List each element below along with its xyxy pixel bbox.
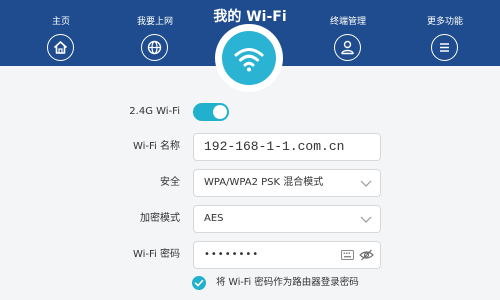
row-security: 安全 WPA/WPA2 PSK 混合模式: [0, 169, 500, 197]
nav-devices[interactable]: 终端管理: [308, 0, 388, 66]
nav-home-label: 主页: [51, 17, 70, 27]
nav-more[interactable]: 更多功能: [405, 0, 485, 66]
router-password-option-label: 将 Wi-Fi 密码作为路由器登录密码: [216, 277, 359, 288]
wifi-password-value: ••••••••: [204, 249, 260, 260]
globe-icon[interactable]: [141, 34, 168, 61]
wifi-password-input[interactable]: ••••••••: [193, 241, 381, 269]
chevron-down-icon: [360, 216, 372, 223]
nav-devices-label: 终端管理: [329, 17, 366, 27]
chevron-down-icon: [360, 180, 372, 187]
encryption-select[interactable]: AES: [193, 205, 381, 233]
row-wifi24: 2.4G Wi-Fi: [0, 98, 500, 126]
wifi-icon[interactable]: [222, 31, 276, 85]
row-encryption: 加密模式 AES: [0, 205, 500, 233]
wifi24-label: 2.4G Wi-Fi: [129, 106, 180, 117]
wifi-password-label: Wi-Fi 密码: [132, 249, 180, 260]
menu-icon[interactable]: [431, 34, 458, 61]
toggle-knob: [213, 105, 227, 119]
row-wifi-password: Wi-Fi 密码 ••••••••: [0, 241, 500, 269]
nav-home[interactable]: 主页: [21, 0, 101, 66]
checkbox-checked[interactable]: [192, 276, 206, 290]
user-icon[interactable]: [334, 34, 361, 61]
security-value: WPA/WPA2 PSK 混合模式: [204, 177, 324, 188]
security-select[interactable]: WPA/WPA2 PSK 混合模式: [193, 169, 381, 197]
wifi-name-input[interactable]: 192-168-1-1.com.cn: [193, 133, 381, 161]
wifi-name-label: Wi-Fi 名称: [132, 141, 180, 152]
encryption-value: AES: [204, 213, 224, 224]
wifi-name-value: 192-168-1-1.com.cn: [204, 139, 345, 154]
security-label: 安全: [160, 177, 180, 188]
eye-icon[interactable]: [359, 248, 374, 262]
nav-more-label: 更多功能: [426, 17, 463, 27]
encryption-label: 加密模式: [140, 213, 180, 224]
wifi24-toggle[interactable]: [193, 103, 229, 121]
row-wifi-name: Wi-Fi 名称 192-168-1-1.com.cn: [0, 133, 500, 161]
keyboard-icon[interactable]: [341, 250, 354, 260]
home-icon[interactable]: [47, 34, 74, 61]
